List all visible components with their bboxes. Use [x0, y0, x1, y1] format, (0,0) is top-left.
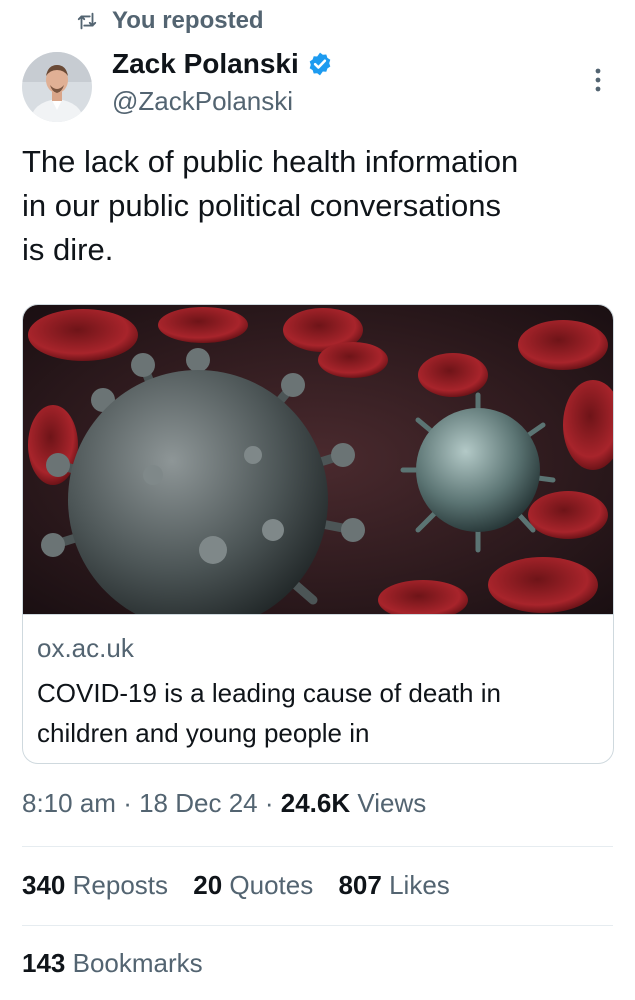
repost-label: You reposted [112, 7, 264, 34]
reposts-label: Reposts [72, 870, 169, 900]
verified-badge-icon [309, 52, 331, 76]
views-count: 24.6K [280, 788, 351, 818]
divider [22, 925, 613, 926]
avatar-image [22, 52, 92, 122]
quotes-label: Quotes [229, 870, 314, 900]
author-display-name[interactable]: Zack Polanski [112, 48, 299, 80]
more-options-icon[interactable] [591, 66, 605, 94]
link-card-domain: ox.ac.uk [37, 633, 134, 663]
avatar[interactable] [22, 52, 92, 122]
link-preview-image[interactable] [23, 305, 613, 615]
meta-separator: · [264, 788, 274, 818]
meta-separator: · [123, 788, 132, 818]
bookmarks-count: 143 [22, 948, 66, 978]
author-name-row[interactable]: Zack Polanski [112, 48, 333, 80]
likes-label: Likes [389, 870, 450, 900]
tweet-text: The lack of public health information in… [22, 144, 519, 267]
likes-count: 807 [338, 870, 382, 900]
repost-icon [77, 12, 97, 30]
tweet-date[interactable]: 18 Dec 24 [139, 788, 258, 818]
reposts-stat[interactable]: 340 Reposts [22, 870, 168, 901]
reposts-count: 340 [22, 870, 66, 900]
repost-header: You reposted [76, 6, 264, 36]
divider [22, 846, 613, 847]
likes-stat[interactable]: 807 Likes [338, 870, 449, 901]
link-preview-card[interactable]: ox.ac.uk COVID-19 is a leading cause of … [22, 304, 614, 764]
tweet-time[interactable]: 8:10 am [22, 788, 116, 818]
views-label: Views [357, 788, 427, 818]
quotes-count: 20 [193, 870, 223, 900]
engagement-stats: 340 Reposts 20 Quotes 807 Likes [22, 870, 468, 901]
author-handle[interactable]: @ZackPolanski [112, 86, 293, 117]
quotes-stat[interactable]: 20 Quotes [193, 870, 313, 901]
tweet-meta: 8:10 am · 18 Dec 24 · 24.6K Views [22, 788, 426, 819]
bookmarks-label: Bookmarks [72, 948, 203, 978]
bookmarks-stat[interactable]: 143 Bookmarks [22, 948, 203, 979]
link-card-title: COVID-19 is a leading cause of death in … [37, 678, 501, 748]
